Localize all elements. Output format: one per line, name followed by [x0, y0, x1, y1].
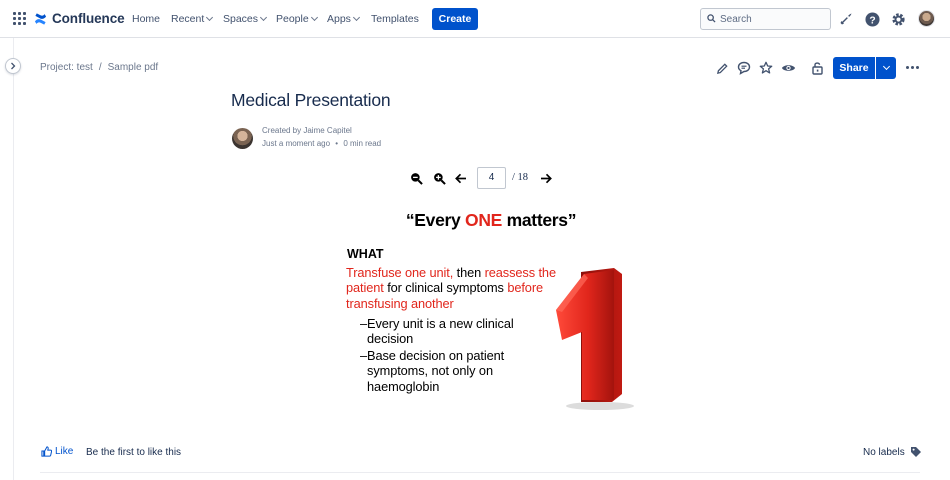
nav-spaces-label: Spaces [223, 13, 259, 25]
restrictions-icon[interactable] [809, 60, 825, 76]
sidebar-collapsed [0, 38, 14, 480]
profile-avatar[interactable] [918, 10, 935, 27]
chevron-down-icon [259, 13, 268, 22]
next-page-icon[interactable] [539, 171, 553, 185]
chevron-down-icon [206, 13, 214, 22]
slide-bullet-2: –Base decision on patient symptoms, not … [360, 348, 512, 394]
breadcrumb: Project: test / Sample pdf [40, 62, 158, 73]
app-name: Confluence [52, 11, 125, 26]
edit-icon[interactable] [714, 60, 730, 76]
like-button[interactable]: Like [41, 446, 73, 457]
nav-templates[interactable]: Templates [371, 13, 419, 25]
chevron-down-icon [352, 13, 360, 22]
settings-icon[interactable] [889, 10, 907, 28]
comment-icon[interactable] [736, 60, 752, 76]
expand-sidebar-button[interactable] [5, 58, 21, 74]
nav-recent[interactable]: Recent [171, 13, 214, 25]
bullet-dash: – [360, 316, 368, 331]
top-navigation: Confluence Home Recent Spaces People App… [0, 0, 950, 38]
share-button[interactable]: Share [833, 57, 875, 79]
labels-status: No labels [863, 447, 905, 458]
red-number-one-graphic [556, 268, 634, 410]
heading-highlight: ONE [465, 210, 503, 230]
page-title: Medical Presentation [231, 90, 391, 110]
search-box[interactable] [700, 8, 831, 30]
pdf-toolbar: 4 / 18 [408, 167, 558, 189]
slide-section-title: WHAT [347, 247, 384, 261]
share-options-button[interactable] [876, 57, 896, 79]
page-total: / 18 [512, 172, 529, 183]
slide-bullet-1: –Every unit is a new clinical decision [360, 316, 527, 347]
footer-divider [40, 472, 920, 473]
app-switcher-icon[interactable] [13, 12, 27, 26]
confluence-logo[interactable]: Confluence [34, 11, 125, 26]
breadcrumb-page[interactable]: Sample pdf [108, 62, 159, 73]
watch-icon[interactable] [780, 60, 796, 76]
author-avatar[interactable] [232, 128, 253, 149]
nav-apps[interactable]: Apps [327, 13, 360, 25]
updated-time[interactable]: Just a moment ago [262, 139, 330, 148]
like-label: Like [55, 446, 74, 457]
nav-templates-label: Templates [371, 13, 419, 25]
create-button[interactable]: Create [432, 8, 478, 30]
heading-part-1: “Every [405, 210, 466, 230]
more-actions-icon[interactable] [906, 66, 919, 69]
created-by[interactable]: Created by Jaime Capitel [262, 126, 352, 135]
zoom-out-icon[interactable] [409, 171, 423, 185]
search-icon [707, 14, 716, 23]
notifications-icon[interactable] [837, 10, 855, 28]
bullet-2-text: Base decision on patient symptoms, not o… [367, 348, 505, 394]
svg-text:?: ? [869, 15, 875, 26]
bullet-1-text: Every unit is a new clinical decision [367, 316, 514, 347]
heading-part-2: matters” [502, 210, 577, 230]
star-icon[interactable] [758, 60, 774, 76]
nav-recent-label: Recent [171, 13, 205, 25]
help-icon[interactable]: ? [863, 10, 881, 28]
breadcrumb-space[interactable]: Project: test [40, 62, 93, 73]
chevron-down-icon [310, 13, 318, 22]
para-black-1: then [453, 265, 485, 280]
zoom-in-icon[interactable] [432, 171, 446, 185]
page-meta: Just a moment ago • 0 min read [262, 139, 381, 148]
nav-people[interactable]: People [276, 13, 318, 25]
meta-separator: • [335, 139, 339, 148]
tag-icon[interactable] [910, 446, 922, 458]
bullet-dash: – [360, 348, 368, 363]
slide-paragraph: Transfuse one unit, then reassess the pa… [346, 265, 576, 311]
nav-home-label: Home [132, 13, 161, 25]
breadcrumb-separator: / [98, 62, 102, 73]
nav-people-label: People [276, 13, 309, 25]
page-number-input[interactable]: 4 [477, 167, 506, 189]
nav-apps-label: Apps [327, 13, 351, 25]
read-time: 0 min read [343, 139, 382, 148]
chevron-right-icon [11, 62, 16, 70]
thumbs-up-icon [41, 446, 52, 457]
chevron-down-icon [882, 62, 890, 71]
slide-heading: “Every ONE matters” [271, 210, 711, 231]
nav-spaces[interactable]: Spaces [223, 13, 268, 25]
confluence-logo-icon [34, 12, 47, 25]
previous-page-icon[interactable] [454, 171, 468, 185]
search-input[interactable] [720, 12, 825, 26]
pdf-slide: “Every ONE matters” WHAT Transfuse one u… [345, 200, 637, 418]
para-black-2: for clinical symptoms [383, 280, 508, 296]
like-prompt: Be the first to like this [86, 447, 182, 458]
nav-home[interactable]: Home [132, 13, 160, 25]
para-red-1: Transfuse one unit, [346, 265, 454, 280]
